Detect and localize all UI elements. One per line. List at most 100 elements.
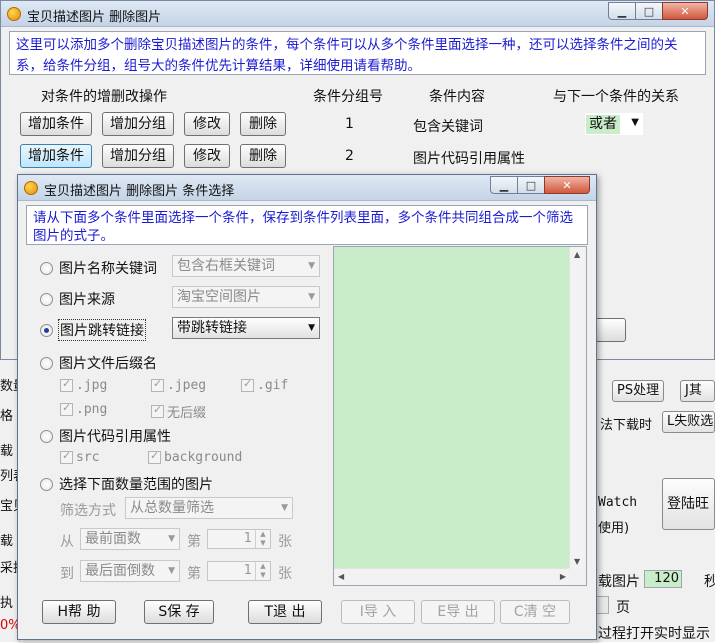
chevron-down-icon: ▼: [308, 261, 315, 271]
nth-label: 第: [187, 566, 201, 582]
chevron-down-icon: ▼: [168, 566, 175, 576]
radio-source[interactable]: [40, 292, 53, 306]
option-name-keyword[interactable]: 图片名称关键词: [40, 258, 157, 278]
j-button[interactable]: J其: [680, 380, 715, 402]
to-label: 到: [60, 566, 74, 582]
ps-button[interactable]: PS处理: [612, 380, 664, 402]
radio-code-attr[interactable]: [40, 429, 53, 443]
option-source[interactable]: 图片来源: [40, 289, 115, 309]
scroll-corner: [569, 568, 586, 585]
from-number-spinner: 1 ▲ ▼: [207, 529, 271, 549]
check-jpg[interactable]: .jpg: [60, 377, 107, 393]
add-condition-button[interactable]: 增加条件: [20, 144, 92, 168]
modify-button[interactable]: 修改: [184, 144, 230, 168]
check-src[interactable]: src: [60, 449, 100, 465]
group-number: 2: [345, 148, 354, 164]
checkbox[interactable]: [60, 377, 73, 392]
download-image-label: 载图片: [598, 574, 640, 590]
name-keyword-label: 图片名称关键词: [59, 261, 157, 277]
add-group-button[interactable]: 增加分组: [102, 144, 174, 168]
clear-button: C清 空: [500, 600, 570, 624]
spinner-arrows-icon: ▲ ▼: [255, 530, 270, 548]
exit-button[interactable]: T退 出: [248, 600, 322, 624]
scroll-right-icon[interactable]: ▶: [560, 572, 566, 581]
chevron-down-icon: ▼: [631, 117, 639, 128]
unit-label: 张: [278, 566, 292, 582]
from-select-value: 最前面数: [85, 531, 141, 547]
option-jump-link[interactable]: 图片跳转链接: [40, 319, 146, 341]
fail-select-button[interactable]: L失败选: [662, 411, 715, 433]
check-label: .gif: [257, 378, 289, 393]
option-count-range[interactable]: 选择下面数量范围的图片: [40, 474, 213, 494]
jump-link-select[interactable]: 带跳转链接 ▼: [172, 317, 320, 339]
main-info-text: 这里可以添加多个删除宝贝描述图片的条件，每个条件可以从多个条件里面选择一种，还可…: [9, 31, 706, 75]
to-number-value: 1: [243, 563, 252, 578]
horizontal-scrollbar[interactable]: ◀ ▶: [334, 568, 570, 585]
help-button[interactable]: H帮 助: [42, 600, 116, 624]
source-select-value: 淘宝空间图片: [177, 289, 261, 305]
check-png[interactable]: .png: [60, 401, 107, 417]
scroll-left-icon[interactable]: ◀: [338, 572, 344, 581]
filter-method-label: 筛选方式: [60, 503, 116, 519]
relation-select[interactable]: 或者 ▼: [585, 113, 643, 135]
checkbox[interactable]: [151, 377, 164, 392]
save-button[interactable]: S保 存: [144, 600, 214, 624]
checkbox[interactable]: [60, 401, 73, 416]
export-button: E导 出: [421, 600, 495, 624]
add-group-button[interactable]: 增加分组: [102, 112, 174, 136]
checkbox[interactable]: [241, 377, 254, 392]
import-button: I导 入: [341, 600, 415, 624]
add-condition-button[interactable]: 增加条件: [20, 112, 92, 136]
code-attr-label: 图片代码引用属性: [59, 429, 171, 445]
relation-value: 或者: [586, 115, 620, 134]
delete-button[interactable]: 删除: [240, 144, 286, 168]
login-button[interactable]: 登陆旺: [662, 478, 715, 530]
radio-count-range[interactable]: [40, 477, 53, 491]
option-code-attr[interactable]: 图片代码引用属性: [40, 426, 171, 446]
close-icon[interactable]: ✕: [544, 176, 590, 194]
interval-input[interactable]: 120: [644, 570, 682, 588]
check-jpeg[interactable]: .jpeg: [151, 377, 207, 393]
close-icon[interactable]: ✕: [662, 2, 708, 20]
radio-jump-link[interactable]: [40, 323, 53, 337]
modify-button[interactable]: 修改: [184, 112, 230, 136]
page-spinner[interactable]: [596, 596, 609, 614]
delete-button[interactable]: 删除: [240, 112, 286, 136]
check-gif[interactable]: .gif: [241, 377, 289, 393]
check-label: .jpeg: [167, 378, 207, 393]
condition-content: 包含关键词: [413, 119, 483, 135]
background-right-panel: PS处理 J其 法下载时 L失败选 Watch 使用) 登陆旺 载图片 120 …: [596, 360, 715, 642]
radio-name-keyword[interactable]: [40, 261, 53, 275]
scroll-down-icon[interactable]: ▼: [574, 557, 580, 566]
app-icon: [24, 181, 38, 195]
check-no-suffix[interactable]: 无后缀: [151, 402, 206, 421]
maximize-icon[interactable]: □: [517, 176, 545, 194]
dialog-title: 宝贝描述图片 删除图片 条件选择: [44, 184, 235, 199]
option-suffix[interactable]: 图片文件后缀名: [40, 353, 157, 373]
radio-suffix[interactable]: [40, 356, 53, 370]
vertical-scrollbar[interactable]: ▲ ▼: [569, 247, 586, 569]
main-titlebar[interactable]: 宝贝描述图片 删除图片 ▁ □ ✕: [1, 1, 714, 27]
checkbox[interactable]: [60, 449, 73, 464]
to-select: 最后面倒数 ▼: [80, 560, 180, 582]
check-label: 无后缀: [167, 406, 207, 421]
filter-method-value: 从总数量筛选: [130, 500, 214, 516]
to-number-spinner: 1 ▲ ▼: [207, 561, 271, 581]
bg-fragment: 执: [0, 596, 14, 611]
suffix-label: 图片文件后缀名: [59, 356, 157, 372]
name-keyword-select-value: 包含右框关键词: [177, 258, 275, 274]
scroll-up-icon[interactable]: ▲: [574, 250, 580, 259]
maximize-icon[interactable]: □: [635, 2, 663, 20]
checkbox[interactable]: [151, 403, 164, 418]
checkbox[interactable]: [148, 449, 161, 464]
dialog-titlebar[interactable]: 宝贝描述图片 删除图片 条件选择 ▁ □ ✕: [18, 175, 596, 201]
check-background[interactable]: background: [148, 449, 242, 465]
minimize-icon[interactable]: ▁: [608, 2, 636, 20]
condition-input-area[interactable]: ▲ ▼ ◀ ▶: [333, 246, 587, 586]
main-title: 宝贝描述图片 删除图片: [27, 10, 162, 25]
minimize-icon[interactable]: ▁: [490, 176, 518, 194]
dialog-info-text: 请从下面多个条件里面选择一个条件，保存到条件列表里面，多个条件共同组合成一个筛选…: [26, 205, 588, 245]
app-icon: [7, 7, 21, 21]
from-label: 从: [60, 534, 74, 550]
check-label: src: [76, 450, 100, 465]
